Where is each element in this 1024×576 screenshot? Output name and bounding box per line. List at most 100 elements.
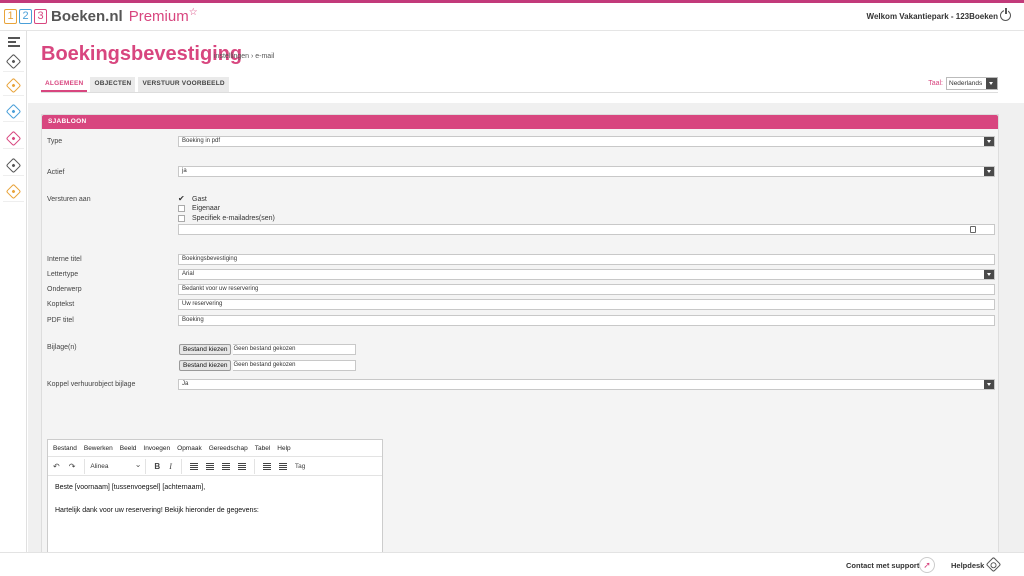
align-right-icon[interactable] [221,462,230,470]
recipient-gast[interactable]: Gast [178,194,207,203]
file-input-1[interactable]: Bestand kiezen Geen bestand gekozen [179,344,357,355]
helpdesk-link[interactable]: Helpdesk [951,561,984,570]
panel-title: SJABLOON [42,115,998,129]
template-panel: SJABLOON Type Boeking in pdf Actief ja V… [41,114,999,555]
no-file-text: Geen bestand gekozen [233,360,357,371]
undo-icon[interactable]: ↶ [53,462,60,471]
recipient-eigenaar-label: Eigenaar [192,205,221,212]
onderwerp-value: Bedankt voor uw reservering [182,286,259,292]
no-file-text: Geen bestand gekozen [233,344,357,355]
format-select[interactable]: Alinea [84,457,147,474]
language-picker: Taal: Nederlands [928,77,998,90]
interne-titel-value: Boekingsbevestiging [182,256,238,262]
sidebar [0,31,27,552]
recipient-eigenaar[interactable]: Eigenaar [178,205,220,212]
menu-icon[interactable] [8,37,20,49]
tab-objecten[interactable]: OBJECTEN [90,77,136,92]
sidebar-item-pricing[interactable] [3,128,24,149]
editor-body[interactable]: Beste [voornaam] [tussenvoegsel] [achter… [48,476,382,538]
interne-titel-label: Interne titel [47,256,82,263]
tag-button[interactable]: Tag [295,463,305,470]
sidebar-item-settings[interactable] [3,181,24,202]
sidebar-item-booking[interactable] [3,75,24,96]
logo-number-3: 3 [34,9,47,24]
dashboard-icon [5,53,22,70]
redo-icon[interactable]: ↷ [69,462,76,471]
sidebar-item-objects[interactable] [3,101,24,122]
align-left-icon[interactable] [189,462,198,470]
koppel-select[interactable]: Ja [178,379,995,390]
star-icon: ☆ [188,7,198,18]
menu-beeld[interactable]: Beeld [120,445,137,452]
onderwerp-input[interactable]: Bedankt voor uw reservering [178,284,995,295]
outdent-icon[interactable] [262,462,271,470]
type-value: Boeking in pdf [182,138,221,144]
versturen-label: Versturen aan [47,196,91,203]
breadcrumb[interactable]: instellingen › e-mail [214,53,274,60]
chevron-down-icon [984,380,994,389]
checkbox-eigenaar[interactable] [178,205,185,212]
checkbox-specifiek[interactable] [178,215,185,222]
bold-button[interactable]: B [154,462,160,471]
type-label: Type [47,138,63,145]
menu-invoegen[interactable]: Invoegen [143,445,170,452]
settings-icon [5,183,22,200]
language-value: Nederlands [949,80,983,87]
rocket-icon[interactable]: ➚ [919,557,935,573]
menu-bestand[interactable]: Bestand [53,445,77,452]
checkbox-gast[interactable] [178,194,185,203]
language-select[interactable]: Nederlands [946,77,998,90]
type-select[interactable]: Boeking in pdf [178,136,995,147]
pdf-titel-value: Boeking [182,317,204,323]
sidebar-item-tickets[interactable] [3,155,24,176]
koptekst-value: Uw reservering [182,301,223,307]
helpdesk-icon[interactable] [985,556,1002,573]
recipient-gast-label: Gast [192,196,207,203]
sidebar-item-dashboard[interactable] [3,51,24,72]
choose-file-button[interactable]: Bestand kiezen [179,344,232,355]
align-justify-icon[interactable] [237,462,246,470]
tab-verstuur-voorbeeld[interactable]: VERSTUUR VOORBEELD [138,77,229,92]
booking-icon [5,77,22,94]
bijlage-label: Bijlage(n) [47,344,77,351]
toolbar-divider [180,458,182,474]
file-input-2[interactable]: Bestand kiezen Geen bestand gekozen [179,360,357,371]
chevron-down-icon [984,137,994,146]
menu-tabel[interactable]: Tabel [255,445,271,452]
support-link[interactable]: Contact met support [846,561,919,570]
logo-number-1: 1 [4,9,17,24]
menu-bewerken[interactable]: Bewerken [84,445,113,452]
chevron-down-icon [984,167,994,176]
tab-divider [41,92,998,93]
address-book-icon[interactable] [970,226,976,233]
logo[interactable]: 1 2 3 Boeken.nl Premium ☆ [4,7,198,25]
lettertype-label: Lettertype [47,271,79,278]
lettertype-value: Arial [182,271,195,277]
format-value: Alinea [90,462,109,470]
email-input[interactable] [178,224,995,235]
indent-icon[interactable] [278,462,287,470]
actief-select[interactable]: ja [178,166,995,177]
onderwerp-label: Onderwerp [47,286,82,293]
koptekst-input[interactable]: Uw reservering [178,299,995,310]
menu-gereedschap[interactable]: Gereedschap [209,445,248,452]
menu-opmaak[interactable]: Opmaak [177,445,202,452]
italic-button[interactable]: I [169,462,172,471]
tickets-icon [5,157,22,174]
power-icon[interactable] [1000,8,1011,21]
menu-help[interactable]: Help [277,445,290,452]
actief-label: Actief [47,169,65,176]
choose-file-button[interactable]: Bestand kiezen [179,360,232,371]
page-header: Boekingsbevestiging instellingen › e-mai… [28,31,1024,103]
logo-number-2: 2 [19,9,32,24]
align-center-icon[interactable] [205,462,214,470]
objects-icon [5,103,22,120]
interne-titel-input[interactable]: Boekingsbevestiging [178,254,995,265]
tab-algemeen[interactable]: ALGEMEEN [41,77,88,92]
lettertype-select[interactable]: Arial [178,269,995,280]
recipient-specifiek[interactable]: Specifiek e-mailadres(sen) [178,215,275,222]
chevron-down-icon [984,270,994,279]
pdf-titel-input[interactable]: Boeking [178,315,995,326]
toolbar-divider [253,458,255,474]
koptekst-label: Koptekst [47,301,75,308]
